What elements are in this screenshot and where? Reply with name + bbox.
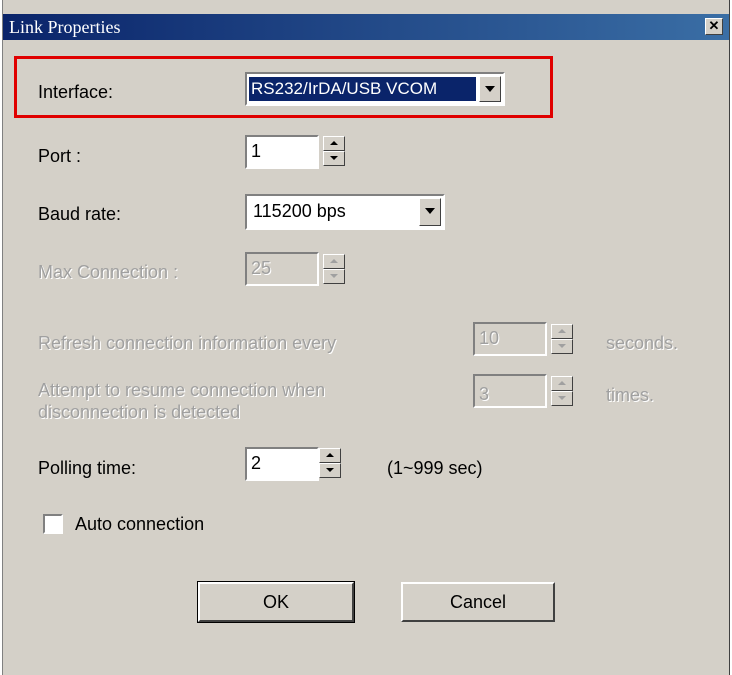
port-spin-up[interactable] [323, 136, 345, 151]
ok-button[interactable]: OK [197, 581, 355, 623]
resume-label-line2: disconnection is detected [38, 402, 241, 422]
refresh-spin-up [551, 324, 573, 339]
refresh-value: 10 [479, 328, 500, 348]
refresh-spin-down [551, 339, 573, 354]
resume-spin-up [551, 376, 573, 391]
port-spinner[interactable] [323, 136, 345, 166]
resume-spin-down [551, 391, 573, 406]
max-connection-label: Max Connection : [38, 262, 179, 282]
max-connection-spinner [323, 254, 345, 284]
window-title: Link Properties [9, 17, 121, 37]
port-label: Port : [38, 146, 82, 166]
interface-selected-value: RS232/IrDA/USB VCOM [249, 77, 476, 101]
max-connection-input: 25 [245, 252, 319, 286]
polling-spin-down[interactable] [319, 463, 341, 478]
port-spin-down[interactable] [323, 151, 345, 166]
auto-connection-label[interactable]: Auto connection [75, 514, 204, 535]
refresh-spinner [551, 324, 573, 354]
refresh-label: Refresh connection information every [38, 333, 337, 353]
port-value: 1 [251, 141, 262, 161]
polling-spinner[interactable] [319, 448, 341, 478]
baud-rate-select[interactable]: 115200 bps [245, 194, 445, 230]
refresh-input: 10 [473, 322, 547, 356]
link-properties-dialog: Link Properties ✕ Interface: RS232/IrDA/… [2, 0, 730, 675]
baud-rate-value: 115200 bps [253, 201, 346, 221]
resume-unit: times. [606, 385, 655, 405]
polling-value: 2 [251, 453, 262, 473]
title-bar[interactable]: Link Properties ✕ [3, 14, 729, 40]
refresh-unit: seconds. [606, 333, 679, 353]
resume-value: 3 [479, 384, 490, 404]
resume-label-line1: Attempt to resume connection when [38, 380, 326, 400]
polling-range: (1~999 sec) [387, 458, 483, 478]
cancel-button[interactable]: Cancel [401, 582, 555, 622]
baud-rate-dropdown-button[interactable] [419, 198, 441, 226]
interface-label: Interface: [38, 82, 114, 102]
interface-select[interactable]: RS232/IrDA/USB VCOM [245, 72, 505, 106]
max-connection-spin-up [323, 254, 345, 269]
auto-connection-checkbox[interactable] [43, 514, 63, 534]
max-connection-value: 25 [251, 258, 272, 278]
resume-spinner [551, 376, 573, 406]
close-icon: ✕ [708, 18, 720, 33]
resume-input: 3 [473, 374, 547, 408]
interface-dropdown-button[interactable] [479, 76, 501, 102]
close-button[interactable]: ✕ [705, 18, 723, 35]
polling-label: Polling time: [38, 458, 137, 478]
port-input[interactable]: 1 [245, 135, 319, 169]
polling-spin-up[interactable] [319, 448, 341, 463]
polling-input[interactable]: 2 [245, 447, 319, 481]
baud-rate-label: Baud rate: [38, 204, 122, 224]
max-connection-spin-down [323, 269, 345, 284]
